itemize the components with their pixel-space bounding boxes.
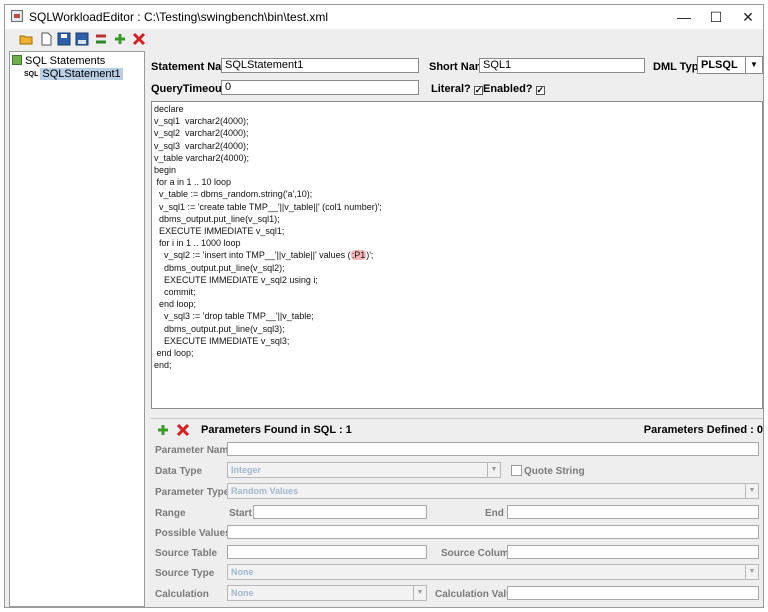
tree-item-sqlstatement1[interactable]: SQL SQLStatement1 [24,68,123,80]
data-type-label: Data Type [155,466,203,477]
sql-code: declare v_sql1 varchar2(4000); v_sql2 va… [152,102,762,372]
parameter-type-value: Random Values [231,486,299,496]
add-parameter-icon[interactable] [157,424,169,436]
possible-values-field[interactable] [227,525,759,539]
source-type-value: None [231,567,254,577]
calculation-value: None [231,588,254,598]
close-window-button[interactable]: ✕ [731,7,765,27]
source-column-label: Source Column [441,548,515,559]
calculation-value-field[interactable] [507,586,759,600]
open-folder-icon[interactable] [19,32,33,46]
divider [151,418,763,419]
chevron-down-icon: ▼ [487,463,500,477]
chevron-down-icon: ▼ [745,565,758,579]
start-label: Start [229,508,252,519]
dml-type-value: PLSQL [701,59,738,71]
window-title: SQLWorkloadEditor : C:\Testing\swingbenc… [29,10,329,24]
chevron-down-icon: ▼ [413,586,426,600]
parameter-type-select[interactable]: Random Values ▼ [227,483,759,499]
range-end-field[interactable] [507,505,759,519]
toolbar [5,29,763,51]
code-after: )'; dbms_output.put_line(v_sql2); EXECUT… [154,250,374,371]
statement-panel: Statement Name SQLStatement1 Short Name … [147,51,763,607]
bind-variable-highlight: :P1 [350,250,367,261]
quote-string-checkbox[interactable] [511,465,522,476]
app-icon [11,10,23,22]
parameter-type-label: Parameter Type [155,487,230,498]
calculation-label: Calculation [155,589,209,600]
source-table-label: Source Table [155,548,218,559]
quote-string-label: Quote String [524,466,585,477]
parameter-name-label: Parameter Name [155,445,234,456]
tree-root-label: SQL Statements [25,55,106,67]
save-as-icon[interactable] [75,32,89,46]
chevron-down-icon: ▼ [745,57,762,73]
enabled-checkbox[interactable]: ✓ [535,86,545,95]
maximize-button[interactable]: ☐ [699,7,733,27]
save-icon[interactable] [57,32,71,46]
source-column-field[interactable] [507,545,759,559]
range-start-field[interactable] [253,505,427,519]
possible-values-label: Possible Values [155,528,231,539]
query-timeout-label: QueryTimeout [151,83,226,95]
delete-parameter-icon[interactable] [177,424,189,436]
move-icon[interactable] [94,32,108,46]
data-type-value: Integer [231,465,262,475]
range-label: Range [155,508,186,519]
short-name-field[interactable]: SQL1 [479,58,645,73]
literal-label-text: Literal? [431,83,471,95]
minimize-button[interactable]: — [667,7,701,27]
chevron-down-icon: ▼ [745,484,758,498]
calculation-select[interactable]: None ▼ [227,585,427,601]
sqlworkload-editor-window: SQLWorkloadEditor : C:\Testing\swingbenc… [4,4,764,608]
delete-icon[interactable] [132,32,146,46]
end-label: End [485,508,504,519]
parameters-defined-label: Parameters Defined : 0 [643,424,763,436]
code-before: declare v_sql1 varchar2(4000); v_sql2 va… [154,104,382,261]
calculation-value-label: Calculation Value [435,589,518,600]
sql-code-editor[interactable]: declare v_sql1 varchar2(4000); v_sql2 va… [151,101,763,409]
query-timeout-field[interactable]: 0 [221,80,419,95]
source-type-select[interactable]: None ▼ [227,564,759,580]
cube-icon [12,55,22,65]
parameter-name-field[interactable] [227,442,759,456]
statement-name-field[interactable]: SQLStatement1 [221,58,419,73]
data-type-select[interactable]: Integer ▼ [227,462,501,478]
literal-label: Literal? ✓ [431,83,483,95]
enabled-label: Enabled? ✓ [483,83,545,95]
literal-checkbox[interactable]: ✓ [473,86,483,95]
tree-item-label: SQLStatement1 [40,68,123,80]
enabled-label-text: Enabled? [483,83,533,95]
title-bar: SQLWorkloadEditor : C:\Testing\swingbenc… [5,5,763,29]
source-type-label: Source Type [155,568,215,579]
parameters-panel: Parameters Found in SQL : 1 Parameters D… [151,411,763,607]
tree-root[interactable]: SQL Statements [12,55,105,67]
new-file-icon[interactable] [39,32,53,46]
dml-type-select[interactable]: PLSQL ▼ [697,56,763,74]
sql-statements-tree: SQL Statements SQL SQLStatement1 [9,51,145,607]
sql-icon: SQL [24,71,39,78]
parameters-found-label: Parameters Found in SQL : 1 [201,424,352,436]
add-icon[interactable] [113,32,127,46]
source-table-field[interactable] [227,545,427,559]
